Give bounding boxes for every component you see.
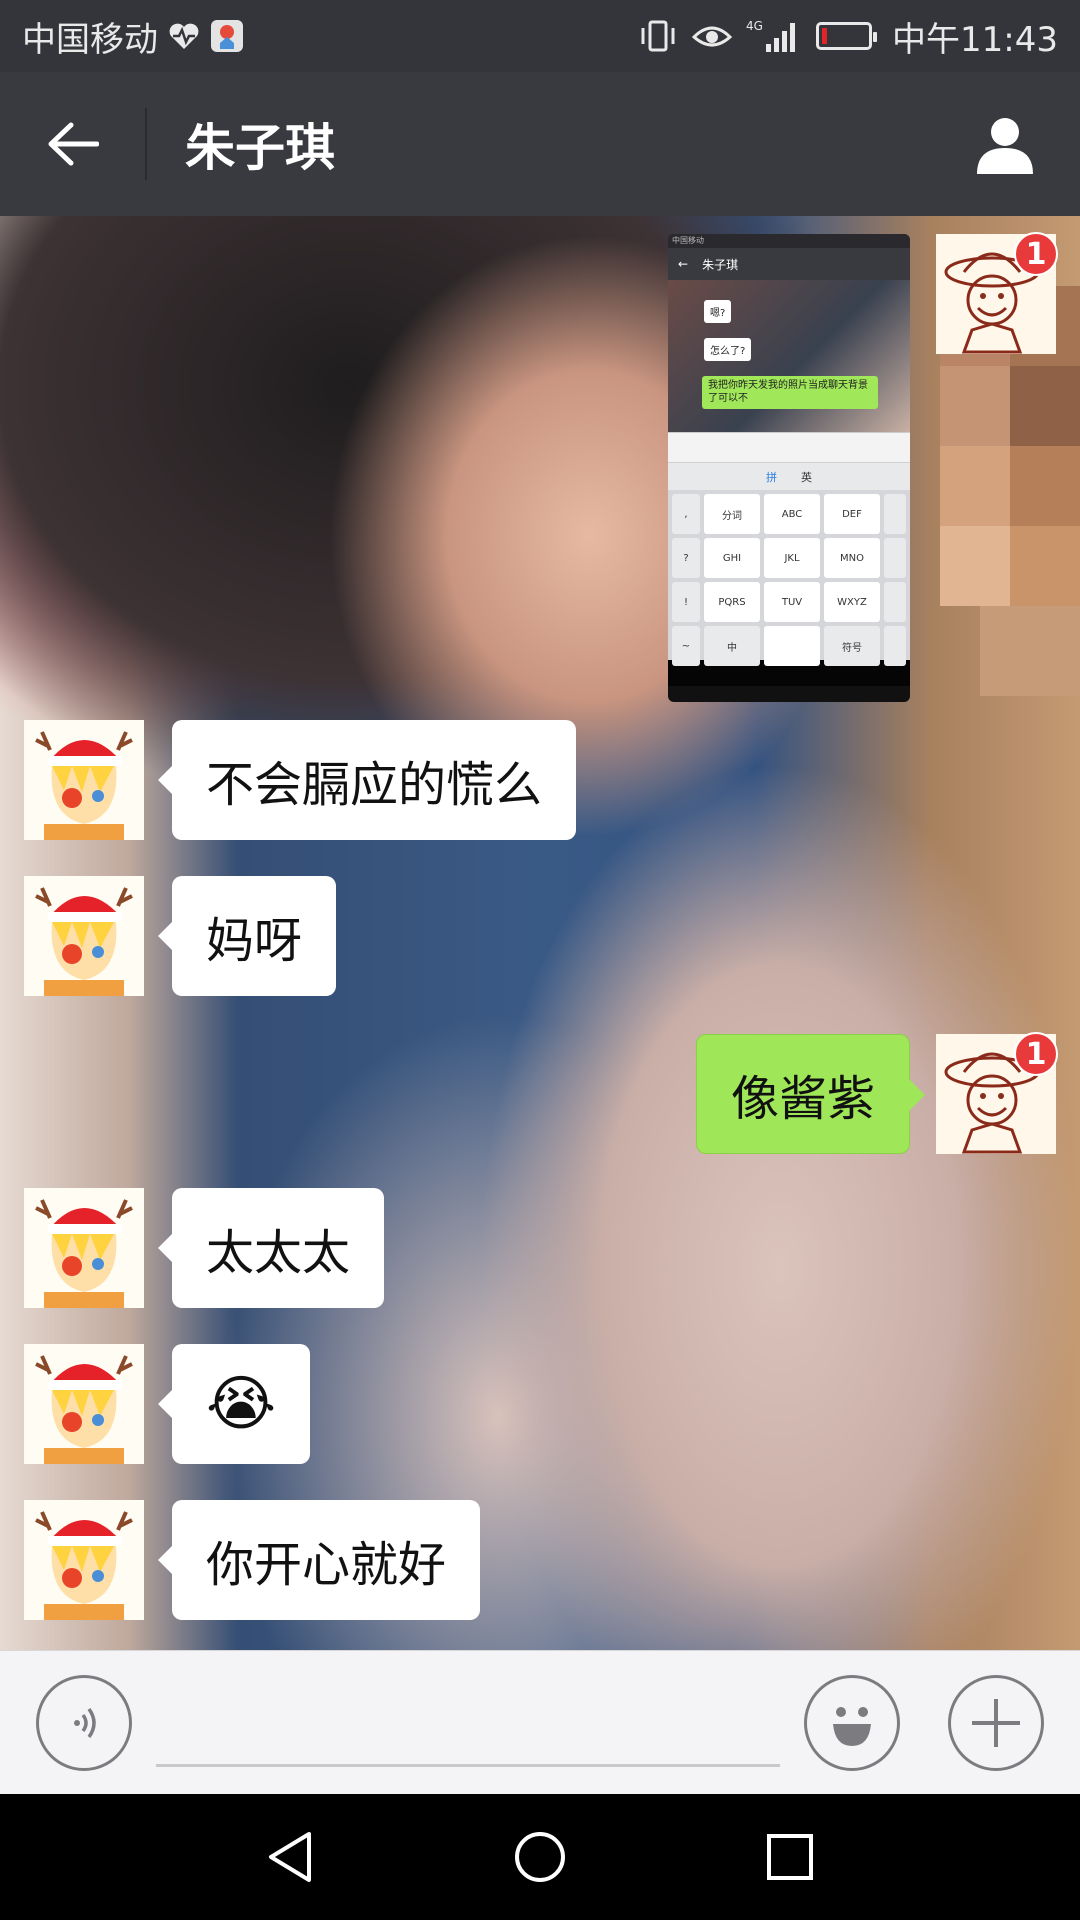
embedded-key: MNO	[824, 538, 880, 578]
avatar-contact[interactable]	[24, 1188, 144, 1308]
embedded-key	[884, 626, 906, 666]
message-bubble[interactable]: 你开心就好	[157, 1500, 481, 1620]
arrow-left-icon	[48, 122, 99, 166]
vibrate-icon	[638, 19, 678, 53]
signal-icon: 4G	[746, 18, 802, 54]
embedded-key: TUV	[764, 582, 820, 622]
nav-bar	[0, 1794, 1080, 1920]
embedded-key: 符号	[824, 626, 880, 666]
chat-area[interactable]: 中国移动 ← 朱子琪 嗯? 怎么了? 我把你昨天发我的照片当成聊天背景了可以不 拼…	[0, 216, 1080, 1650]
person-icon	[977, 118, 1033, 174]
embedded-keyboard: , 分词 ABC DEF ? GHI JKL MNO ! PQRS TUV WX…	[668, 490, 910, 666]
embedded-pinyin-key: 拼	[766, 470, 777, 484]
embedded-key: !	[672, 582, 700, 622]
nav-back-button[interactable]	[250, 1817, 330, 1897]
heart-rate-icon	[168, 21, 200, 51]
avatar-contact[interactable]	[24, 1344, 144, 1464]
embedded-key: ABC	[764, 494, 820, 534]
nav-home-button[interactable]	[500, 1817, 580, 1897]
embedded-bubble: 我把你昨天发我的照片当成聊天背景了可以不	[702, 376, 878, 409]
battery-icon	[816, 22, 878, 50]
status-right: 4G 中午11:43	[638, 12, 1058, 61]
reindeer-boy-avatar-icon	[24, 1500, 144, 1620]
embedded-key: GHI	[704, 538, 760, 578]
avatar-contact[interactable]	[24, 1500, 144, 1620]
embedded-chat: 嗯? 怎么了? 我把你昨天发我的照片当成聊天背景了可以不	[668, 280, 910, 432]
back-button[interactable]	[0, 72, 145, 216]
status-bar: 中国移动 4G 中午11:43	[0, 0, 1080, 72]
embedded-key	[884, 582, 906, 622]
avatar-contact[interactable]	[24, 876, 144, 996]
eye-icon	[692, 21, 733, 51]
embedded-status-bar: 中国移动	[668, 234, 910, 248]
title-divider	[145, 108, 147, 180]
embedded-key: WXYZ	[824, 582, 880, 622]
smiley-icon	[833, 1707, 871, 1746]
embedded-key: ,	[672, 494, 700, 534]
reindeer-boy-avatar-icon	[24, 876, 144, 996]
embedded-key: ~	[672, 626, 700, 666]
embedded-key	[884, 494, 906, 534]
voice-icon	[74, 1707, 96, 1739]
more-button[interactable]	[948, 1675, 1044, 1771]
embedded-key: 分词	[704, 494, 760, 534]
unread-badge: 1	[1014, 1032, 1058, 1076]
reindeer-boy-avatar-icon	[24, 1188, 144, 1308]
title-bar: 朱子琪	[0, 72, 1080, 216]
message-bubble[interactable]: 不会膈应的慌么	[157, 720, 577, 840]
message-bubble[interactable]: 太太太	[157, 1188, 385, 1308]
svg-text:4G: 4G	[746, 19, 763, 33]
embedded-input-bar	[668, 432, 910, 462]
unread-badge: 1	[1014, 232, 1058, 276]
plus-icon	[972, 1699, 1020, 1747]
profile-button[interactable]	[930, 72, 1080, 216]
carrier-label: 中国移动	[22, 19, 158, 60]
embedded-key	[764, 626, 820, 666]
emoji-button[interactable]	[804, 1675, 900, 1771]
message-bubble-self[interactable]: 像酱紫	[695, 1034, 926, 1154]
embedded-key: 中	[704, 626, 760, 666]
voice-button[interactable]	[36, 1675, 132, 1771]
recents-square-icon	[767, 1834, 813, 1880]
chat-screenshot-image[interactable]: 中国移动 ← 朱子琪 嗯? 怎么了? 我把你昨天发我的照片当成聊天背景了可以不 拼…	[668, 234, 910, 702]
embedded-keyboard-toolbar: 拼 英	[668, 462, 910, 490]
embedded-key	[884, 538, 906, 578]
embedded-key: PQRS	[704, 582, 760, 622]
message-bubble[interactable]: 😭	[157, 1344, 311, 1464]
embedded-bubble: 嗯?	[704, 300, 732, 323]
chat-title: 朱子琪	[185, 119, 335, 177]
input-bar	[0, 1650, 1080, 1794]
embedded-english-key: 英	[801, 470, 812, 484]
crying-face-icon: 😭	[206, 1369, 277, 1439]
embedded-title-bar: ← 朱子琪	[668, 248, 910, 280]
home-circle-icon	[515, 1832, 565, 1882]
status-left: 中国移动	[22, 12, 244, 61]
message-bubble[interactable]: 妈呀	[157, 876, 337, 996]
embedded-key: ?	[672, 538, 700, 578]
back-triangle-icon	[269, 1832, 311, 1882]
reindeer-boy-avatar-icon	[24, 720, 144, 840]
embedded-key: JKL	[764, 538, 820, 578]
clock: 中午11:43	[892, 19, 1058, 60]
app-notification-icon	[210, 19, 244, 53]
reindeer-boy-avatar-icon	[24, 1344, 144, 1464]
embedded-title: 朱子琪	[702, 257, 739, 272]
embedded-key: DEF	[824, 494, 880, 534]
avatar-contact[interactable]	[24, 720, 144, 840]
message-input[interactable]	[156, 1681, 780, 1767]
nav-recents-button[interactable]	[750, 1817, 830, 1897]
embedded-bubble: 怎么了?	[704, 338, 752, 361]
